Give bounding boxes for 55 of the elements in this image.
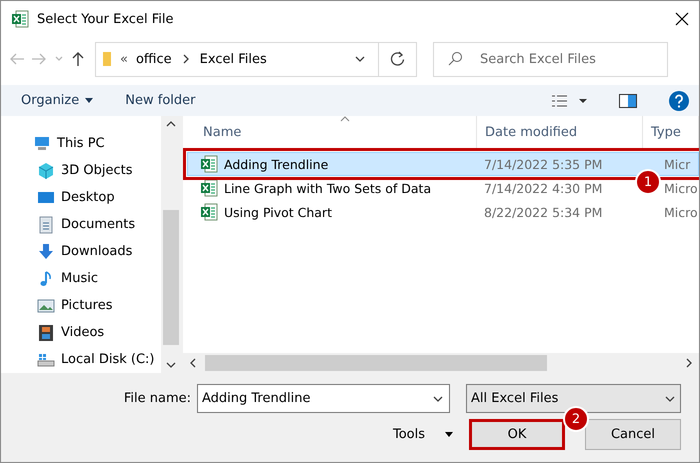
- date-cell: 8/22/2022 5:34 PM: [484, 204, 602, 220]
- download-icon: [37, 242, 55, 260]
- computer-icon: [33, 134, 51, 152]
- sidebar-item[interactable]: Documents: [1, 211, 161, 238]
- breadcrumb[interactable]: Excel Files: [200, 52, 267, 66]
- file-name-field[interactable]: Adding Trendline: [197, 384, 450, 413]
- preview-pane-icon[interactable]: [619, 94, 637, 108]
- date-cell: 7/14/2022 5:35 PM: [484, 156, 602, 172]
- file-name[interactable]: Adding Trendline: [200, 155, 328, 173]
- ok-button[interactable]: OK: [469, 419, 565, 450]
- file-name[interactable]: Using Pivot Chart: [200, 203, 332, 221]
- window-title: Select Your Excel File: [37, 12, 174, 26]
- sidebar-item[interactable]: Desktop: [1, 184, 161, 211]
- type-cell: Micro: [664, 204, 698, 220]
- cube-icon: [37, 162, 55, 180]
- refresh-icon[interactable]: [390, 51, 406, 67]
- document-icon: [37, 216, 55, 234]
- search-field[interactable]: Search Excel Files: [433, 42, 668, 76]
- excel-file-icon: [200, 155, 218, 173]
- scrollbar-thumb[interactable]: [205, 355, 547, 371]
- up-arrow-icon[interactable]: [71, 51, 85, 67]
- help-icon[interactable]: [669, 90, 689, 110]
- file-name[interactable]: Line Graph with Two Sets of Data: [200, 179, 432, 197]
- pictures-icon: [37, 296, 55, 314]
- overflow-chevrons[interactable]: «: [120, 52, 128, 66]
- organize-menu[interactable]: Organize: [21, 93, 94, 108]
- file-type-dropdown[interactable]: All Excel Files: [466, 384, 681, 413]
- folder-icon: [102, 51, 112, 67]
- excel-file-icon: [200, 179, 218, 197]
- file-name-label: File name:: [124, 391, 191, 406]
- sidebar-item[interactable]: This PC: [1, 130, 161, 157]
- type-cell: Micro: [664, 180, 698, 196]
- excel-logo-icon: [11, 10, 29, 28]
- date-cell: 7/14/2022 4:30 PM: [484, 180, 602, 196]
- sidebar-item[interactable]: Local Disk (C:): [1, 346, 161, 373]
- breadcrumb[interactable]: office: [136, 52, 172, 66]
- cancel-button[interactable]: Cancel: [585, 419, 681, 450]
- close-icon[interactable]: [675, 12, 689, 26]
- address-bar[interactable]: « office Excel Files: [95, 42, 417, 76]
- caret-icon: [85, 98, 94, 103]
- excel-file-icon: [200, 203, 218, 221]
- sidebar-item[interactable]: Pictures: [1, 292, 161, 319]
- scrollbar-thumb[interactable]: [163, 210, 179, 345]
- film-icon: [37, 324, 55, 342]
- new-folder-button[interactable]: New folder: [125, 93, 196, 108]
- sidebar-item[interactable]: Downloads: [1, 238, 161, 265]
- sidebar-item[interactable]: Music: [1, 265, 161, 292]
- step-badge: 1: [635, 169, 661, 195]
- search-icon: [447, 51, 463, 67]
- type-cell: Micr: [664, 156, 690, 172]
- tools-menu[interactable]: Tools: [392, 427, 453, 442]
- sidebar-item[interactable]: Videos: [1, 319, 161, 346]
- sidebar-item[interactable]: 3D Objects: [1, 157, 161, 184]
- view-options-icon[interactable]: [551, 94, 587, 108]
- caret-icon: [445, 432, 453, 437]
